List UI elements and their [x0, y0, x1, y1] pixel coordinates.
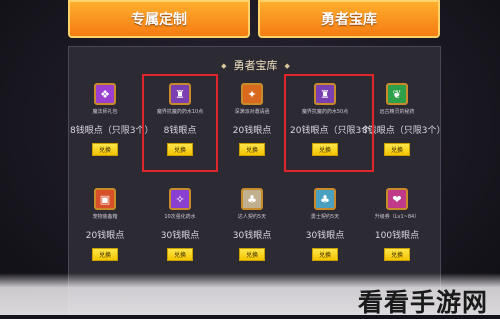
item-name: 达人契约5天: [237, 214, 267, 220]
redeem-button[interactable]: 兑换: [92, 248, 118, 261]
diamond-right-icon: ◆: [284, 62, 290, 70]
item-name: 深渊派对邀请函: [234, 109, 270, 115]
redeem-button[interactable]: 兑换: [167, 248, 193, 261]
elixir-icon: ❦: [386, 83, 408, 105]
highlight-box-1: [142, 74, 218, 172]
shop-item: ▣ 宠物装备箱 20钱眼点兑换: [70, 188, 140, 261]
redeem-button[interactable]: 兑换: [384, 143, 410, 156]
redeem-button[interactable]: 兑换: [239, 248, 265, 261]
tab-exclusive-custom[interactable]: 专属定制: [68, 0, 250, 38]
item-name: 10次强化药水: [164, 214, 196, 220]
item-price: 30钱眼点: [232, 231, 272, 241]
scroll-icon: ♣: [314, 188, 336, 210]
watermark-text: 看看手游网: [357, 288, 488, 317]
chest-icon: ▣: [94, 188, 116, 210]
shop-item: ❤ 升级券（Lv1~84） 100钱眼点 兑换: [362, 188, 432, 261]
shop-item: ♣ 达人契约5天 30钱眼点兑换: [217, 188, 287, 261]
ticket-icon: ✦: [241, 83, 263, 105]
wand-icon: ✧: [169, 188, 191, 210]
item-price: 20钱眼点: [232, 126, 272, 136]
redeem-button[interactable]: 兑换: [92, 143, 118, 156]
item-name: 宠物装备箱: [92, 214, 118, 220]
coupon-icon: ❤: [386, 188, 408, 210]
item-price: 30钱眼点: [160, 231, 200, 241]
shop-item: ✦ 深渊派对邀请函 20钱眼点兑换: [217, 83, 287, 156]
item-name: 勇士契约5天: [310, 214, 340, 220]
item-name: 升级券（Lv1~84）: [374, 214, 420, 220]
tab-hero-treasury[interactable]: 勇者宝库: [258, 0, 440, 38]
scroll-icon: ♣: [241, 188, 263, 210]
shop-item: ✧ 10次强化药水 30钱眼点兑换: [145, 188, 215, 261]
redeem-button[interactable]: 兑换: [312, 248, 338, 261]
redeem-button[interactable]: 兑换: [384, 248, 410, 261]
panel-title: ◆ 勇者宝库 ◆: [69, 57, 442, 73]
diamond-left-icon: ◆: [221, 62, 227, 70]
item-price: 30钱眼点: [305, 231, 345, 241]
item-price: 8钱眼点（只限3个）: [70, 126, 154, 136]
gift-icon: ❖: [94, 83, 116, 105]
shop-item: ❖ 魔法师礼包 8钱眼点（只限3个） 兑换: [70, 83, 154, 156]
panel-title-text: 勇者宝库: [233, 59, 278, 72]
item-name: 魔法师礼包: [92, 109, 118, 115]
shop-item: ♣ 勇士契约5天 30钱眼点兑换: [290, 188, 360, 261]
item-price: 100钱眼点: [374, 231, 420, 241]
redeem-button[interactable]: 兑换: [239, 143, 265, 156]
highlight-box-2: [284, 74, 374, 172]
item-price: 20钱眼点: [85, 231, 125, 241]
